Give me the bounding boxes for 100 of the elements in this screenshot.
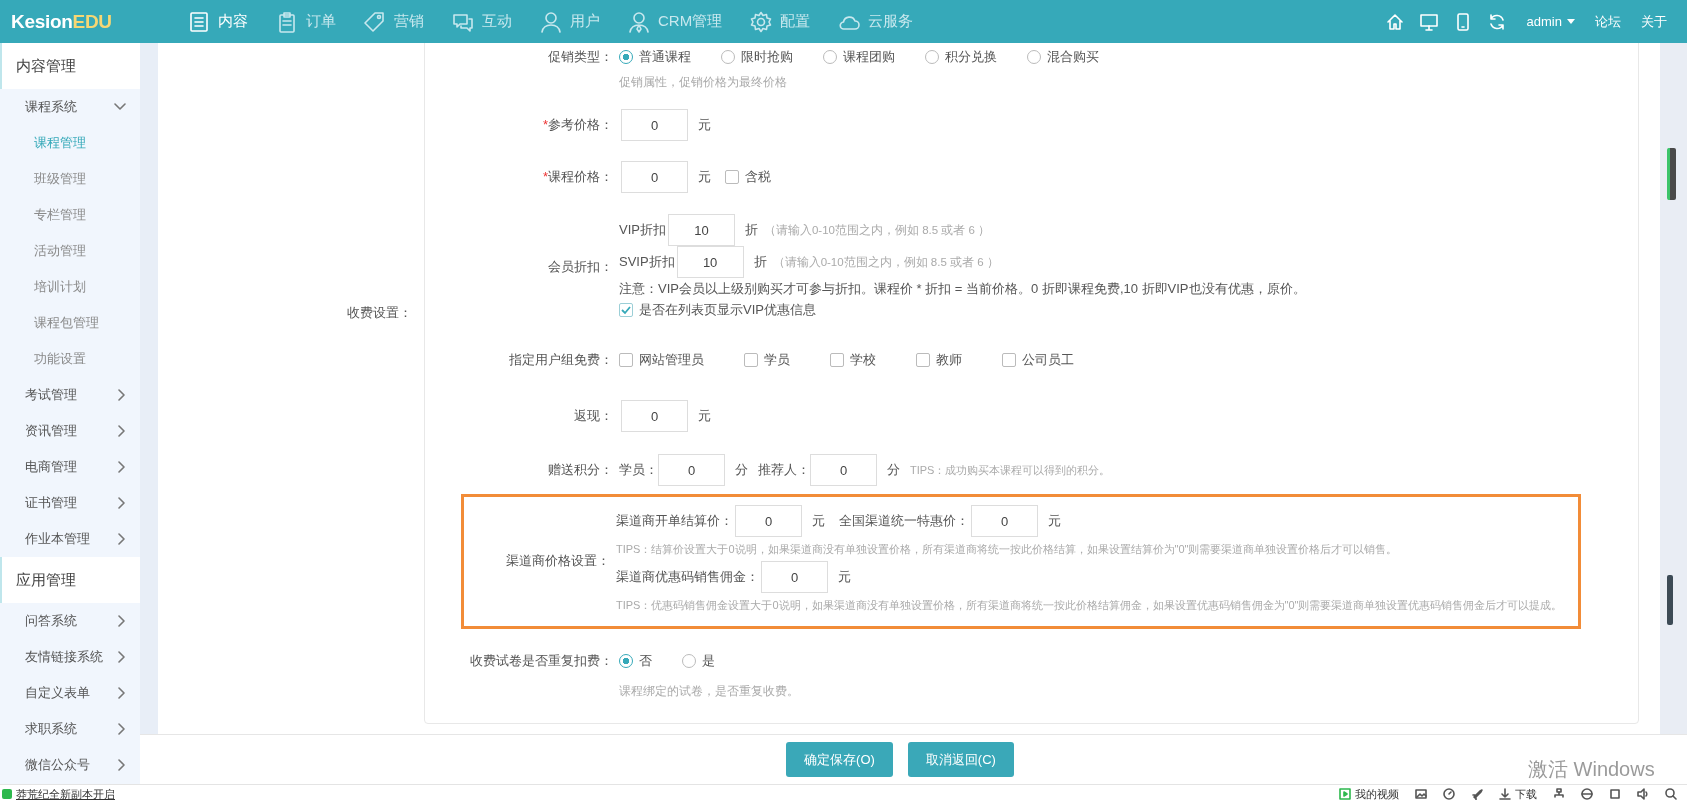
search-icon[interactable] — [1665, 788, 1677, 800]
checkbox-label: 含税 — [745, 168, 771, 186]
checkbox-label: 教师 — [936, 351, 962, 369]
checkbox[interactable] — [830, 353, 844, 367]
sidebar-group-title[interactable]: 内容管理 — [0, 43, 140, 89]
field-label: 全国渠道统一特惠价： — [839, 512, 969, 530]
field-label: 会员折扣： — [547, 258, 614, 276]
unit-label: 折 — [744, 221, 758, 239]
user-icon — [540, 10, 562, 33]
section-label: 收费设置： — [347, 305, 412, 320]
number-field[interactable]: 10 — [676, 246, 744, 278]
side-handle[interactable] — [1667, 575, 1673, 625]
note-text: 注意：VIP会员以上级别购买才可参与折扣。课程价 * 折扣 = 当前价格。0 折即课程免费,10 折即VIP也没有优惠，原价。 — [619, 280, 1306, 298]
browser-icon[interactable] — [1581, 788, 1593, 800]
sidebar-item[interactable]: 证书管理 — [0, 485, 140, 521]
sidebar-item[interactable]: 课程系统 — [0, 89, 140, 125]
radio-label: 是 — [702, 652, 715, 670]
field-label: 指定用户组免费： — [508, 351, 614, 369]
app-icon — [2, 789, 12, 799]
checkbox[interactable] — [916, 353, 930, 367]
field-label: 渠道商优惠码销售佣金： — [616, 568, 759, 586]
sidebar-item[interactable]: 友情链接系统 — [0, 639, 140, 675]
checkbox[interactable] — [1002, 353, 1016, 367]
tips-text: TIPS：优惠码销售佣金设置大于0说明，如果渠道商没有单独设置价格，所有渠道商将统一按此价格结算佣金，如果设置优惠码销售佣金为"0"则需要渠道商单独设置优惠码销售佣金后才可以提成。 — [616, 597, 1563, 613]
gear-icon — [750, 10, 773, 33]
checkbox[interactable] — [619, 353, 633, 367]
tag-icon — [364, 10, 386, 33]
unit-label: 分 — [887, 461, 900, 479]
sidebar-item[interactable]: 电商管理 — [0, 449, 140, 485]
chevron-right-icon — [118, 425, 126, 437]
sidebar-item[interactable]: 考试管理 — [0, 377, 140, 413]
unit-label: 折 — [753, 253, 767, 271]
chevron-right-icon — [118, 651, 126, 663]
unit-label: 元 — [698, 407, 711, 425]
monitor-icon[interactable] — [1418, 11, 1439, 32]
activation-notice: 激活 Windows — [1528, 758, 1655, 780]
radio-label: 课程团购 — [843, 48, 895, 66]
number-field[interactable]: 0 — [971, 505, 1038, 537]
user-icon — [628, 10, 650, 33]
discount-label: VIP折扣 — [619, 221, 666, 239]
number-field[interactable]: 0 — [761, 561, 828, 593]
video-link[interactable]: 我的视频 — [1355, 786, 1399, 802]
chevron-right-icon — [118, 759, 126, 771]
field-label: 学员： — [619, 461, 658, 479]
unit-label: 分 — [735, 461, 748, 479]
window-icon[interactable] — [1609, 788, 1621, 800]
speaker-icon[interactable] — [1637, 788, 1649, 800]
checkbox-label: 网站管理员 — [639, 351, 704, 369]
chevron-right-icon — [118, 615, 126, 627]
field-label: 渠道商价格设置： — [505, 552, 611, 570]
clipboard-icon — [276, 10, 298, 33]
number-field[interactable]: 0 — [810, 454, 877, 486]
network-icon[interactable] — [1553, 788, 1565, 800]
chevron-right-icon — [118, 497, 126, 509]
unit-label: 元 — [1048, 512, 1061, 530]
download-icon — [1499, 788, 1511, 800]
field-label: *参考价格： — [541, 116, 614, 134]
checkbox-label: 公司员工 — [1022, 351, 1074, 369]
checkbox-label: 是否在列表页显示VIP优惠信息 — [639, 301, 816, 319]
home-icon[interactable] — [1384, 11, 1405, 32]
hint-text: 课程绑定的试卷，是否重复收费。 — [619, 683, 799, 699]
number-field[interactable]: 0 — [621, 400, 688, 432]
field-label: 返现： — [573, 407, 614, 425]
scrollbar-thumb[interactable] — [1667, 148, 1676, 200]
radio-label: 混合购买 — [1047, 48, 1099, 66]
sidebar-item[interactable]: 自定义表单 — [0, 675, 140, 711]
download-link[interactable]: 下载 — [1515, 786, 1537, 802]
unit-label: 元 — [698, 116, 711, 134]
sidebar-item[interactable]: 作业本管理 — [0, 521, 140, 557]
gauge-icon[interactable] — [1443, 788, 1455, 800]
hint-text: 促销属性，促销价格为最终价格 — [619, 74, 787, 90]
field-label: 收费试卷是否重复扣费： — [469, 652, 614, 670]
rocket-icon[interactable] — [1471, 788, 1483, 800]
play-icon — [1339, 788, 1351, 800]
field-label: *课程价格： — [541, 168, 614, 186]
number-field[interactable]: 0 — [735, 505, 802, 537]
checkbox[interactable] — [744, 353, 758, 367]
sidebar-item[interactable]: 求职系统 — [0, 711, 140, 747]
image-icon[interactable] — [1415, 788, 1427, 800]
caret-icon — [1567, 19, 1575, 24]
sidebar-item[interactable]: 微信公众号 — [0, 747, 140, 783]
unit-label: 元 — [812, 512, 825, 530]
number-field[interactable]: 0 — [621, 161, 688, 193]
number-field[interactable]: 0 — [621, 109, 688, 141]
number-field[interactable]: 0 — [658, 454, 725, 486]
chevron-right-icon — [118, 461, 126, 473]
radio-label: 积分兑换 — [945, 48, 997, 66]
news-link[interactable]: 莽荒纪全新副本开启 — [16, 786, 115, 802]
field-label: 赠送积分： — [547, 461, 614, 479]
discount-label: SVIP折扣 — [619, 253, 675, 271]
sidebar-item[interactable]: 问答系统 — [0, 603, 140, 639]
number-field[interactable]: 10 — [667, 214, 735, 246]
radio-button[interactable] — [619, 50, 633, 64]
checkbox[interactable] — [725, 170, 739, 184]
checkbox-label: 学校 — [850, 351, 876, 369]
hint-text: （请输入0-10范围之内，例如 8.5 或者 6 ） — [763, 222, 991, 238]
sidebar-group-title[interactable]: 应用管理 — [0, 557, 140, 603]
radio-button[interactable] — [619, 654, 633, 668]
sidebar-item[interactable]: 资讯管理 — [0, 413, 140, 449]
checkbox[interactable] — [619, 303, 633, 317]
